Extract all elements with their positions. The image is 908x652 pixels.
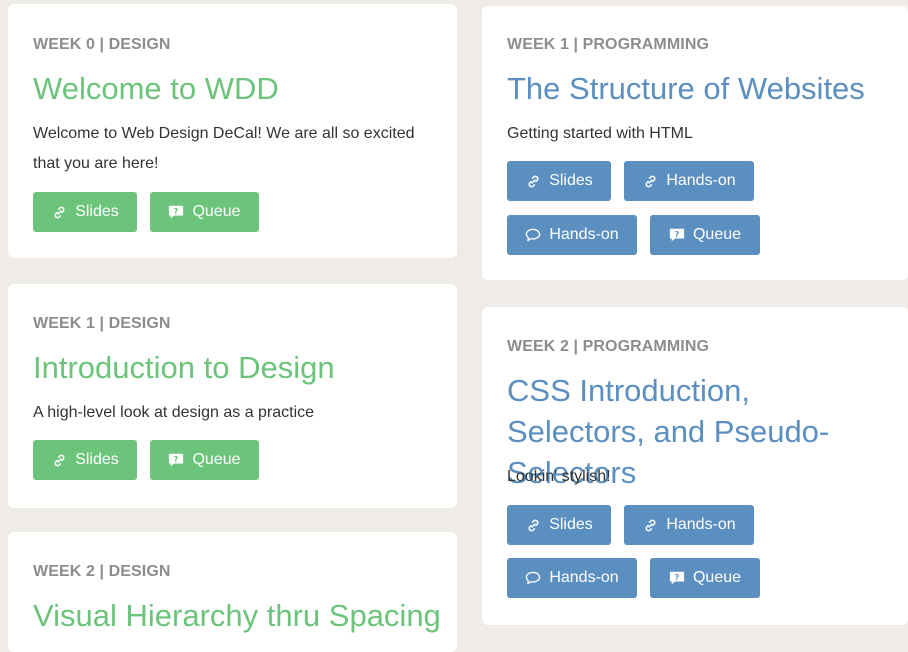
button-label: Queue <box>692 569 742 586</box>
button-label: Queue <box>692 226 742 243</box>
button-label: Hands-on <box>666 516 736 533</box>
hands-on-discussion-button[interactable]: Hands-on <box>507 558 637 598</box>
svg-text:?: ? <box>675 573 680 582</box>
card-kicker: WEEK 2 | DESIGN <box>33 563 171 580</box>
button-label: Queue <box>192 451 241 468</box>
card-title: The Structure of Websites <box>507 71 865 106</box>
lecture-card-design-week-0: WEEK 0 | DESIGN Welcome to WDD Welcome t… <box>8 4 457 258</box>
card-description: Getting started with HTML <box>507 125 693 142</box>
card-title: Introduction to Design <box>33 350 335 385</box>
link-icon <box>51 204 67 220</box>
button-label: Hands-on <box>666 172 736 189</box>
hands-on-link-button[interactable]: Hands-on <box>624 161 754 201</box>
svg-text:?: ? <box>174 207 179 216</box>
slides-button[interactable]: Slides <box>507 161 611 201</box>
link-icon <box>525 173 541 189</box>
button-label: Queue <box>192 203 241 220</box>
hands-on-link-button[interactable]: Hands-on <box>624 505 754 545</box>
svg-text:?: ? <box>675 230 680 239</box>
slides-button[interactable]: Slides <box>33 192 137 232</box>
link-icon <box>525 517 541 533</box>
speech-bubble-icon <box>525 227 541 243</box>
button-label: Slides <box>549 172 593 189</box>
lecture-card-design-week-2: WEEK 2 | DESIGN Visual Hierarchy thru Sp… <box>8 532 457 652</box>
card-description: A high-level look at design as a practic… <box>33 404 315 421</box>
button-label: Hands-on <box>549 226 619 243</box>
hands-on-discussion-button[interactable]: Hands-on <box>507 215 637 255</box>
question-bubble-icon: ? <box>669 570 685 586</box>
link-icon <box>51 452 67 468</box>
card-description: Welcome to Web Design DeCal! We are all … <box>33 125 415 172</box>
speech-bubble-icon <box>525 570 541 586</box>
lecture-card-programming-week-2: WEEK 2 | PROGRAMMING CSS Introduction, S… <box>482 307 908 625</box>
card-title: Visual Hierarchy thru Spacing <box>33 598 441 633</box>
link-icon <box>642 517 658 533</box>
queue-button[interactable]: ? Queue <box>150 192 259 232</box>
lecture-card-programming-week-1: WEEK 1 | PROGRAMMING The Structure of We… <box>482 6 908 280</box>
question-bubble-icon: ? <box>669 227 685 243</box>
link-icon <box>642 173 658 189</box>
question-bubble-icon: ? <box>168 204 184 220</box>
question-bubble-icon: ? <box>168 452 184 468</box>
card-description: Lookin' stylish! <box>507 468 611 485</box>
slides-button[interactable]: Slides <box>507 505 611 545</box>
queue-button[interactable]: ? Queue <box>150 440 259 480</box>
card-kicker: WEEK 2 | PROGRAMMING <box>507 338 710 355</box>
queue-button[interactable]: ? Queue <box>650 215 760 255</box>
card-kicker: WEEK 0 | DESIGN <box>33 36 171 53</box>
button-label: Slides <box>75 451 119 468</box>
svg-text:?: ? <box>174 455 179 464</box>
lecture-card-design-week-1: WEEK 1 | DESIGN Introduction to Design A… <box>8 284 457 508</box>
button-label: Hands-on <box>549 569 619 586</box>
button-label: Slides <box>75 203 119 220</box>
slides-button[interactable]: Slides <box>33 440 137 480</box>
queue-button[interactable]: ? Queue <box>650 558 760 598</box>
button-label: Slides <box>549 516 593 533</box>
card-kicker: WEEK 1 | PROGRAMMING <box>507 36 710 53</box>
card-kicker: WEEK 1 | DESIGN <box>33 315 171 332</box>
card-title: Welcome to WDD <box>33 71 279 106</box>
